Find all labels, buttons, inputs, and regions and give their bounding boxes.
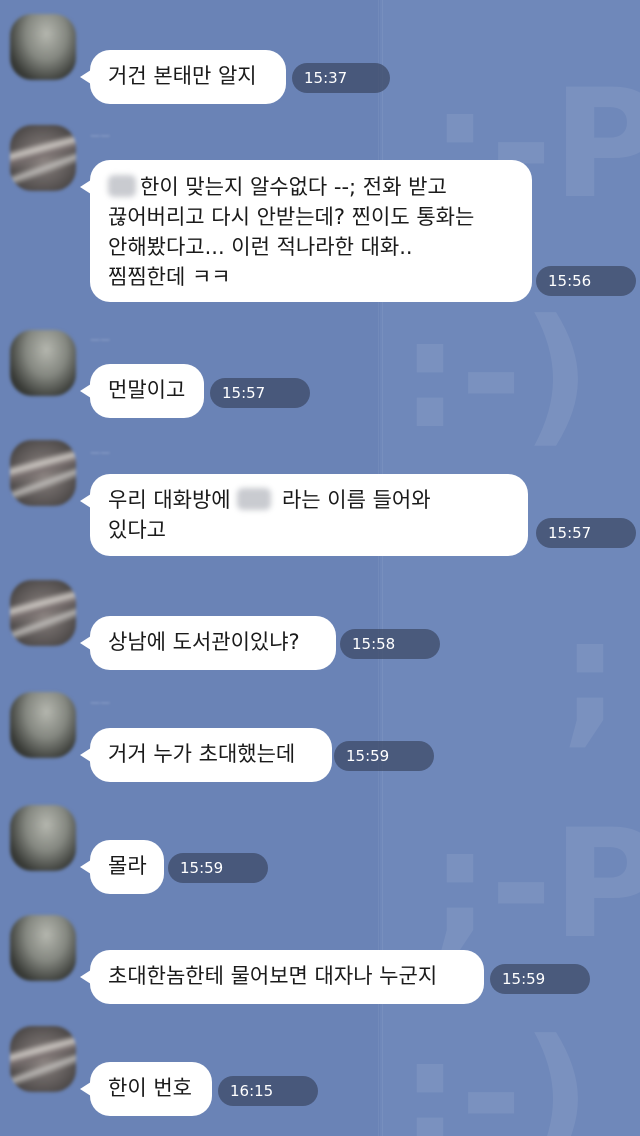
bubble-tail [80,492,94,510]
sender-name-blurred: ㅡㅡ [90,447,111,460]
bubble-tail [80,968,94,986]
message-text: 먼말이고 [108,378,186,402]
sender-name-blurred: ㅡㅡ [90,334,111,347]
avatar[interactable] [10,915,76,981]
avatar[interactable] [10,440,76,506]
watermark-emoticon: ; [560,588,620,762]
bubble-tail [80,178,94,196]
sender-name-blurred: ㅡㅡ [90,697,111,710]
message-bubble[interactable]: 거건 본태만 알지 [90,50,286,104]
message-bubble[interactable]: 먼말이고 [90,364,204,418]
message-bubble[interactable]: 초대한놈한테 물어보면 대자나 누군지 [90,950,484,1004]
bubble-tail [80,746,94,764]
bubble-tail [80,1080,94,1098]
watermark-emoticon: :-) [400,1008,591,1136]
avatar[interactable] [10,125,76,191]
message-text: 한이 번호 [108,1076,192,1100]
message-timestamp: 15:57 [536,518,636,548]
avatar[interactable] [10,1026,76,1092]
message-line: 끊어버리고 다시 안받는데? 찐이도 통화는 [108,205,475,229]
message-text: 라는 이름 들어와 [281,488,431,512]
message-bubble[interactable]: 한이 번호 [90,1062,212,1116]
message-timestamp: 15:58 [340,629,440,659]
message-text: 거건 본태만 알지 [108,64,257,88]
message-bubble[interactable]: 거거 누가 초대했는데 [90,728,332,782]
redacted-name [108,175,136,197]
message-timestamp: 15:56 [536,266,636,296]
message-text: 거거 누가 초대했는데 [108,742,296,766]
avatar[interactable] [10,330,76,396]
avatar[interactable] [10,580,76,646]
avatar[interactable] [10,14,76,80]
bubble-tail [80,858,94,876]
message-text: 상남에 도서관이있냐? [108,630,300,654]
message-timestamp: 15:57 [210,378,310,408]
message-line: 한이 맞는지 알수없다 --; 전화 받고 [108,172,514,202]
message-bubble[interactable]: 한이 맞는지 알수없다 --; 전화 받고 끊어버리고 다시 안받는데? 찐이도… [90,160,532,302]
message-bubble[interactable]: 몰라 [90,840,164,894]
watermark-emoticon: :-) [400,288,591,462]
message-text: 몰라 [108,854,147,878]
message-bubble[interactable]: 우리 대화방에 라는 이름 들어와 있다고 [90,474,528,556]
message-text: 우리 대화방에 [108,488,231,512]
message-timestamp: 15:59 [334,741,434,771]
message-line: 우리 대화방에 라는 이름 들어와 [108,485,510,515]
message-line: 안해봤다고... 이런 적나라한 대화.. [108,235,413,259]
bubble-tail [80,68,94,86]
bubble-tail [80,382,94,400]
message-line: 찜찜한데 ㅋㅋ [108,265,231,289]
message-text: 초대한놈한테 물어보면 대자나 누군지 [108,964,438,988]
message-timestamp: 15:59 [168,853,268,883]
message-timestamp: 15:37 [292,63,390,93]
message-text: 한이 맞는지 알수없다 --; 전화 받고 [140,175,447,199]
avatar[interactable] [10,692,76,758]
message-line: 있다고 [108,518,166,542]
redacted-name [237,488,272,510]
message-timestamp: 15:59 [490,964,590,994]
bubble-tail [80,634,94,652]
watermark-emoticon: ;-P [430,798,640,972]
sender-name-blurred: ㅡㅡ [90,130,111,143]
message-timestamp: 16:15 [218,1076,318,1106]
avatar[interactable] [10,805,76,871]
message-bubble[interactable]: 상남에 도서관이있냐? [90,616,336,670]
